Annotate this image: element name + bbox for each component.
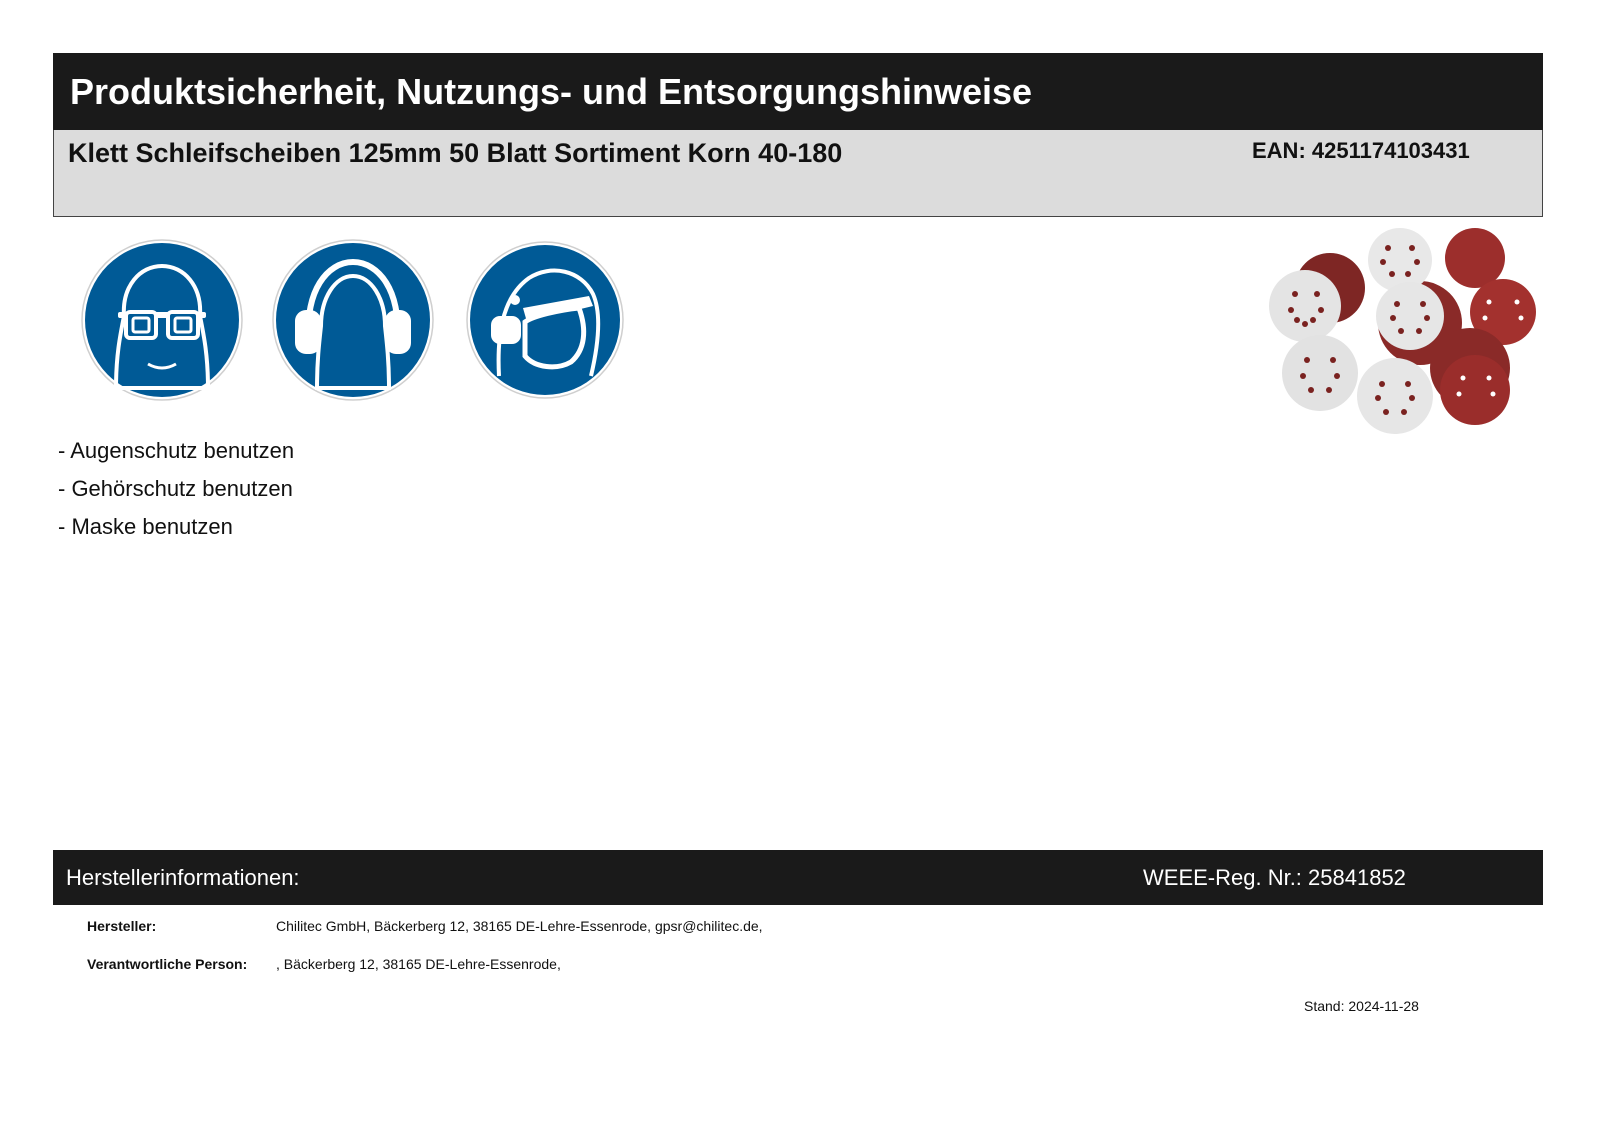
- page-title: Produktsicherheit, Nutzungs- und Entsorg…: [53, 53, 1543, 130]
- instruction-item-eye-protection: - Augenschutz benutzen: [58, 438, 295, 463]
- instruction-item-mask: - Maske benutzen: [58, 514, 233, 539]
- eye-protection-sign-icon: [80, 238, 244, 402]
- instruction-item-hearing-protection: - Gehörschutz benutzen: [58, 476, 293, 501]
- product-info-bar: Klett Schleifscheiben 125mm 50 Blatt Sor…: [53, 130, 1543, 217]
- mask-sign-icon: [463, 238, 627, 402]
- weee-registration-number: WEEE-Reg. Nr.: 25841852: [1143, 865, 1406, 890]
- safety-instructions-list: - Augenschutz benutzen - Gehörschutz ben…: [58, 436, 294, 550]
- ean-code: EAN: 4251174103431: [1252, 138, 1470, 163]
- responsible-person-label: Verantwortliche Person:: [87, 956, 248, 972]
- hearing-protection-sign-icon: [271, 238, 435, 402]
- manufacturer-value: Chilitec GmbH, Bäckerberg 12, 38165 DE-L…: [276, 918, 763, 934]
- manufacturer-label: Hersteller:: [87, 918, 157, 934]
- manufacturer-info-bar: Herstellerinformationen: WEEE-Reg. Nr.: …: [53, 850, 1543, 905]
- document-date: Stand: 2024-11-28: [1304, 998, 1419, 1014]
- responsible-person-value: , Bäckerberg 12, 38165 DE-Lehre-Essenrod…: [276, 956, 561, 972]
- product-name: Klett Schleifscheiben 125mm 50 Blatt Sor…: [68, 138, 843, 168]
- manufacturer-info-title: Herstellerinformationen:: [66, 865, 300, 890]
- product-image: [1245, 228, 1545, 438]
